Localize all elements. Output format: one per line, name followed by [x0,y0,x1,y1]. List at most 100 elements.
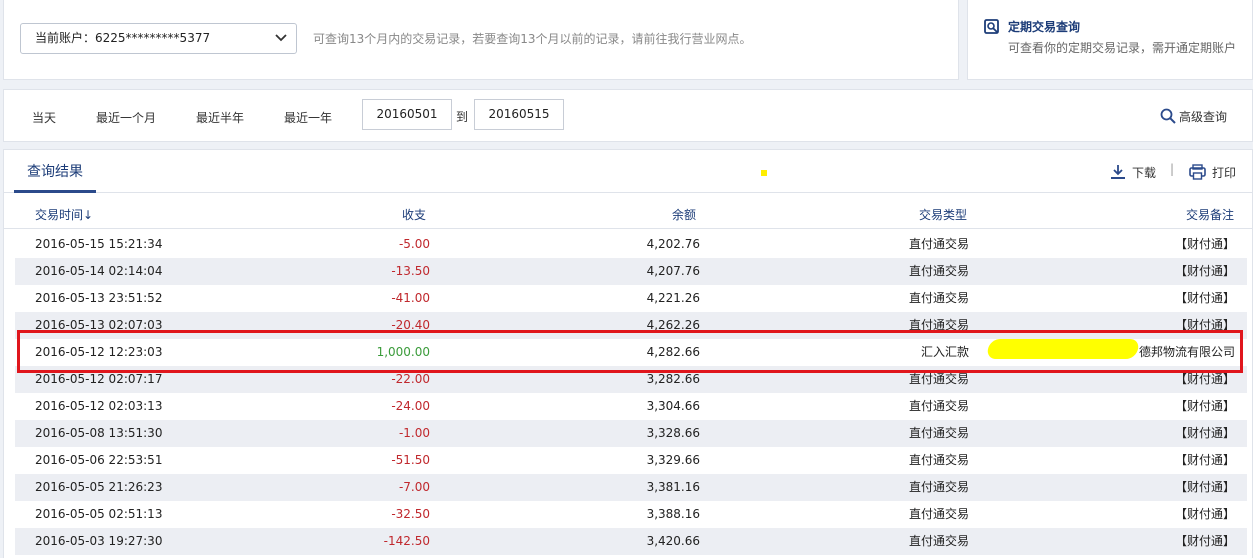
print-button[interactable]: 打印 [1189,164,1236,181]
filter-last-half-year[interactable]: 最近半年 [196,109,244,126]
cell-type: 直付通交易 [908,507,969,521]
cell-type: 直付通交易 [908,318,969,332]
header-note: 交易备注 [1185,208,1234,222]
cell-time: 2016-05-08 13:51:30 [35,426,163,440]
cell-balance: 3,304.66 [646,399,700,413]
cell-time: 2016-05-05 21:26:23 [35,480,163,494]
cell-balance: 4,207.76 [646,264,700,278]
cell-type: 直付通交易 [908,372,969,386]
filter-last-year[interactable]: 最近一年 [284,109,332,126]
header-time-label: 交易时间 [35,208,84,222]
account-label: 当前账户： [35,31,96,45]
cell-amount: -7.00 [398,480,430,494]
header-balance: 余额 [671,208,696,222]
cell-note: 德邦物流有限公司 [1138,345,1235,359]
table-row: 2016-05-15 15:21:34 -5.00 4,202.76 直付通交易 【财付… [15,231,1247,258]
cell-amount: -1.00 [398,426,430,440]
cell-note: 【财付通】 [1174,480,1235,494]
toolbar-separator: | [1170,162,1175,176]
account-number: 6225*********5377 [95,31,211,45]
table-row: 2016-05-13 02:07:03 -20.40 4,262.26 直付通交易 【财… [15,312,1247,339]
table-row: 2016-05-06 22:53:51 -51.50 3,329.66 直付通交易 【财… [15,447,1247,474]
table-row: 2016-05-03 19:27:30 -142.50 3,420.66 直付通交易 【… [15,528,1247,555]
table-row: 2016-05-05 21:26:23 -7.00 3,381.16 直付通交易 【财付… [15,474,1247,501]
cell-amount: -20.40 [391,318,430,332]
account-panel: 当前账户：6225*********5377 可查询13个月内的交易记录，若要查… [3,0,959,80]
cell-amount: -24.00 [391,399,430,413]
cell-type: 直付通交易 [908,291,969,305]
cell-type: 直付通交易 [908,237,969,251]
fixed-deposit-query-link[interactable]: 定期交易查询 [1008,18,1080,35]
table-header: 交易时间↓ 收支 余额 交易类型 交易备注 [4,202,1252,229]
filter-today[interactable]: 当天 [32,109,56,126]
cell-balance: 4,262.26 [646,318,700,332]
cell-balance: 3,328.66 [646,426,700,440]
cell-amount: -22.00 [391,372,430,386]
cell-balance: 3,388.16 [646,507,700,521]
cell-balance: 4,282.66 [646,345,700,359]
cell-note: 【财付通】 [1174,426,1235,440]
date-from-input[interactable]: 20160501 [362,99,452,130]
cell-note: 【财付通】 [1174,318,1235,332]
sort-arrow-icon: ↓ [83,208,94,222]
download-icon [1111,165,1125,179]
cell-balance: 4,221.26 [646,291,700,305]
chevron-down-icon [275,34,287,42]
cell-note: 【财付通】 [1174,291,1235,305]
advanced-query-label: 高级查询 [1179,110,1228,124]
cell-note: 【财付通】 [1174,507,1235,521]
table-row: 2016-05-05 02:51:13 -32.50 3,388.16 直付通交易 【财… [15,501,1247,528]
cell-time: 2016-05-03 19:27:30 [35,534,163,548]
cell-amount: -51.50 [391,453,430,467]
cell-note: 【财付通】 [1174,399,1235,413]
filter-last-month[interactable]: 最近一个月 [96,109,156,126]
cell-time: 2016-05-13 23:51:52 [35,291,163,305]
download-button[interactable]: 下载 [1110,164,1156,181]
redaction-scribble [985,339,1141,359]
cell-time: 2016-05-15 15:21:34 [35,237,163,251]
header-amount: 收支 [401,208,426,222]
yellow-mark [761,170,767,176]
cell-balance: 3,381.16 [646,480,700,494]
account-select[interactable]: 当前账户：6225*********5377 [20,23,297,54]
cell-time: 2016-05-12 02:07:17 [35,372,163,386]
search-document-icon[interactable] [984,19,1000,35]
advanced-query-button[interactable]: 高级查询 [1160,108,1227,125]
cell-time: 2016-05-12 02:03:13 [35,399,163,413]
cell-time: 2016-05-06 22:53:51 [35,453,163,467]
fixed-deposit-desc: 可查看你的定期交易记录，需开通定期账户 [1008,41,1237,55]
cell-balance: 4,202.76 [646,237,700,251]
cell-type: 直付通交易 [908,480,969,494]
cell-amount: -13.50 [391,264,430,278]
cell-amount: -5.00 [398,237,430,251]
date-to-label: 到 [456,110,469,124]
cell-time: 2016-05-14 02:14:04 [35,264,163,278]
table-row: 2016-05-12 02:07:17 -22.00 3,282.66 直付通交易 【财… [15,366,1247,393]
cell-balance: 3,329.66 [646,453,700,467]
cell-note: 【财付通】 [1174,264,1235,278]
cell-balance: 3,282.66 [646,372,700,386]
cell-amount: -41.00 [391,291,430,305]
tab-query-result[interactable]: 查询结果 [14,150,96,193]
cell-time: 2016-05-05 02:51:13 [35,507,163,521]
cell-note: 【财付通】 [1174,237,1235,251]
date-to-input[interactable]: 20160515 [474,99,564,130]
download-label: 下载 [1132,166,1157,180]
cell-amount: -32.50 [391,507,430,521]
cell-time: 2016-05-13 02:07:03 [35,318,163,332]
cell-type: 直付通交易 [908,399,969,413]
result-tabbar: 查询结果 下载 | 打印 [4,150,1252,193]
account-hint: 可查询13个月内的交易记录，若要查询13个月以前的记录，请前往我行营业网点。 [313,32,752,46]
cell-type: 汇入汇款 [920,345,969,359]
cell-note: 【财付通】 [1174,453,1235,467]
table-row: 2016-05-13 23:51:52 -41.00 4,221.26 直付通交易 【财… [15,285,1247,312]
fixed-deposit-panel: 定期交易查询 可查看你的定期交易记录，需开通定期账户 [967,0,1253,80]
cell-balance: 3,420.66 [646,534,700,548]
filter-panel: 当天 最近一个月 最近半年 最近一年 20160501 到 20160515 高… [3,89,1253,142]
printer-icon [1189,164,1206,180]
header-time[interactable]: 交易时间↓ [35,202,93,229]
print-label: 打印 [1212,166,1237,180]
cell-type: 直付通交易 [908,426,969,440]
search-icon [1160,108,1176,124]
table-row: 2016-05-14 02:14:04 -13.50 4,207.76 直付通交易 【财… [15,258,1247,285]
